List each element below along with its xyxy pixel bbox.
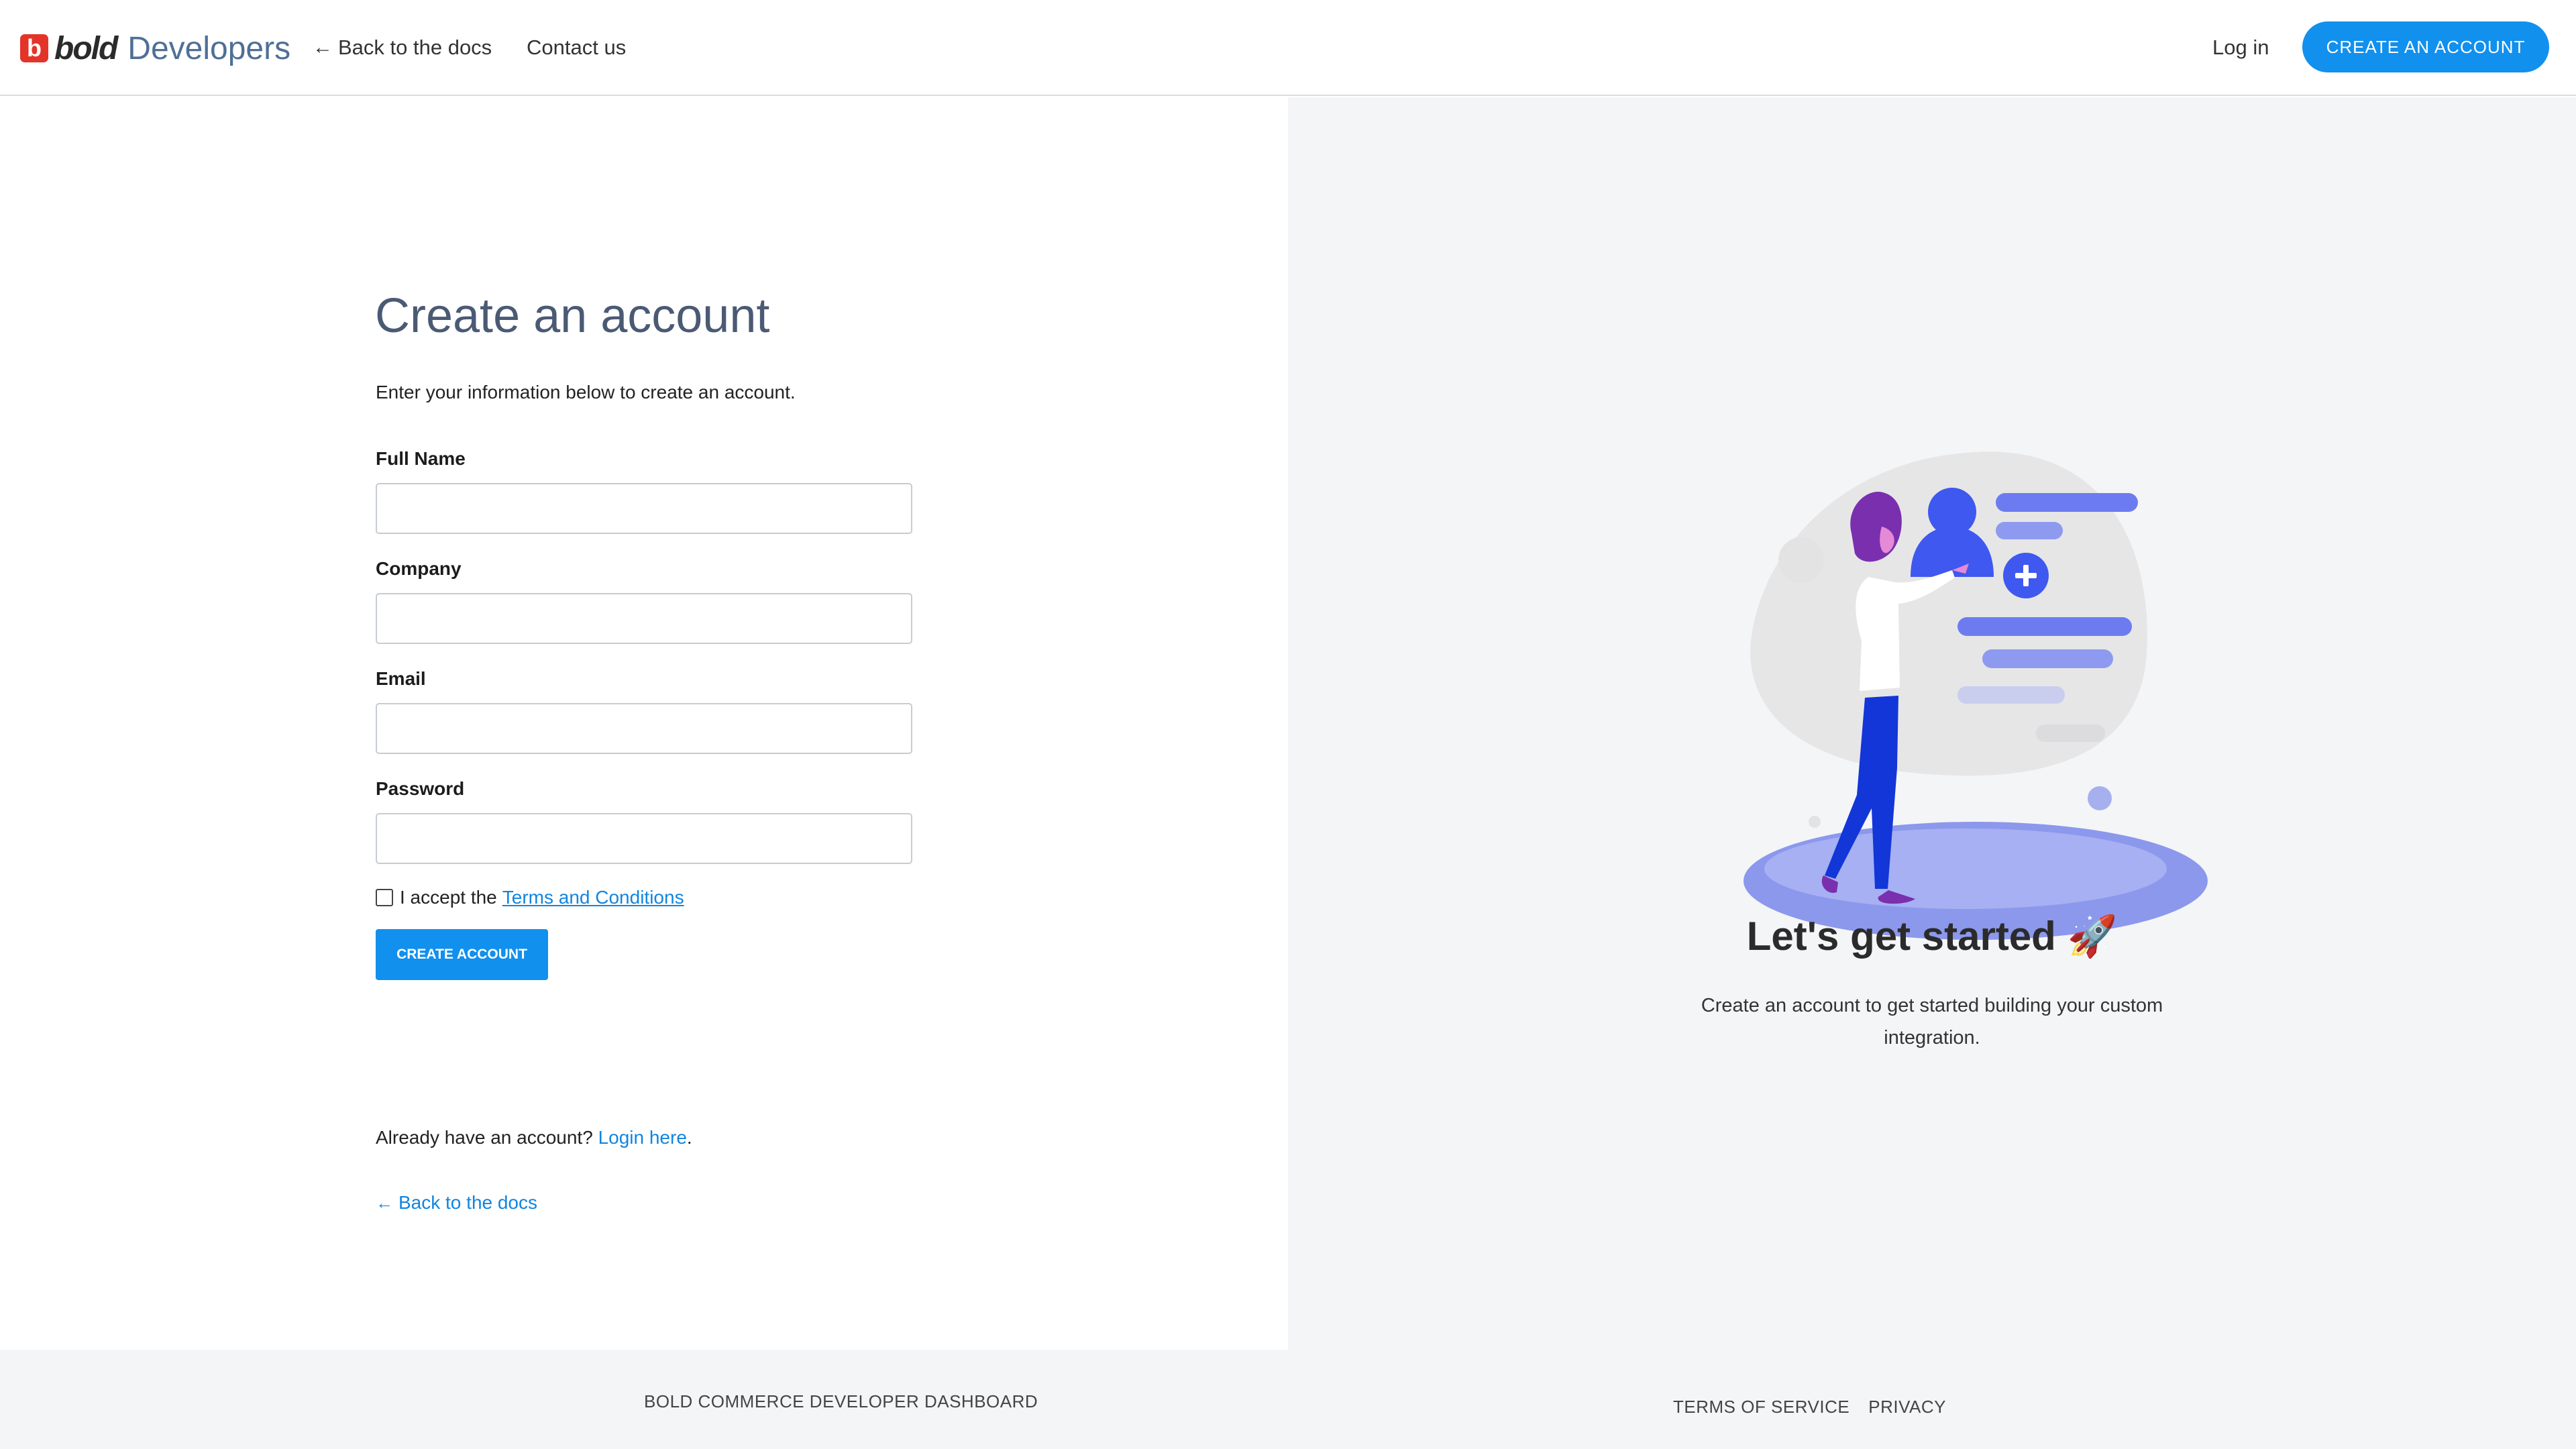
arrow-left-icon: ←	[313, 36, 333, 58]
woman-adding-user-illustration	[1743, 451, 2208, 940]
company-label: Company	[376, 558, 462, 579]
bold-logo-icon: b	[20, 34, 48, 62]
password-input[interactable]	[376, 813, 912, 864]
footer-links: TERMS OF SERVICE PRIVACY	[1673, 1397, 1946, 1417]
form-back-to-docs-label: Back to the docs	[398, 1192, 538, 1213]
footer-dashboard-text: BOLD COMMERCE DEVELOPER DASHBOARD	[644, 1391, 1038, 1411]
terms-row: I accept the Terms and Conditions	[376, 887, 684, 908]
password-label: Password	[376, 778, 465, 799]
nav-contact-link[interactable]: Contact us	[527, 34, 626, 62]
footer-privacy-link[interactable]: PRIVACY	[1868, 1397, 1946, 1417]
already-prefix: Already have an account?	[376, 1127, 593, 1148]
already-suffix: .	[686, 1127, 692, 1148]
promo-description: Create an account to get started buildin…	[1701, 995, 2163, 1049]
company-input[interactable]	[376, 593, 912, 644]
form-back-to-docs-link[interactable]: ← Back to the docs	[376, 1192, 537, 1214]
brand-logo[interactable]: b bold Developers	[20, 30, 290, 67]
brand-wordmark: bold	[54, 30, 118, 66]
footer: BOLD COMMERCE DEVELOPER DASHBOARD TERMS …	[0, 1350, 2576, 1449]
promo-title: Let's get started 🚀	[1746, 914, 2118, 959]
nav-back-to-docs-label: Back to the docs	[338, 36, 492, 59]
promo-panel: Let's get started 🚀 Create an account to…	[1288, 97, 2576, 1350]
header-create-account-button[interactable]: CREATE AN ACCOUNT	[2302, 21, 2549, 72]
full-name-label: Full Name	[376, 448, 466, 469]
page-subtitle: Enter your information below to create a…	[376, 382, 796, 402]
full-name-input[interactable]	[376, 483, 912, 534]
nav-back-to-docs-link[interactable]: ← Back to the docs	[313, 34, 492, 62]
email-input[interactable]	[376, 703, 912, 754]
signup-section: Create an account Enter your information…	[0, 97, 1288, 1350]
email-label: Email	[376, 668, 426, 689]
footer-terms-link[interactable]: TERMS OF SERVICE	[1673, 1397, 1849, 1417]
brand-product-name: Developers	[127, 30, 291, 66]
terms-prefix-text: I accept the	[400, 887, 497, 908]
arrow-left-icon: ←	[376, 1192, 393, 1213]
create-account-submit-button[interactable]: CREATE ACCOUNT	[376, 929, 548, 980]
terms-checkbox[interactable]	[376, 889, 393, 906]
terms-and-conditions-link[interactable]: Terms and Conditions	[502, 887, 684, 908]
already-have-account-text: Already have an account? Login here.	[376, 1127, 692, 1148]
nav-login-link[interactable]: Log in	[2212, 34, 2269, 62]
page-title: Create an account	[375, 289, 770, 343]
top-nav: b bold Developers ← Back to the docs Con…	[0, 0, 2576, 96]
login-here-link[interactable]: Login here	[598, 1127, 687, 1148]
